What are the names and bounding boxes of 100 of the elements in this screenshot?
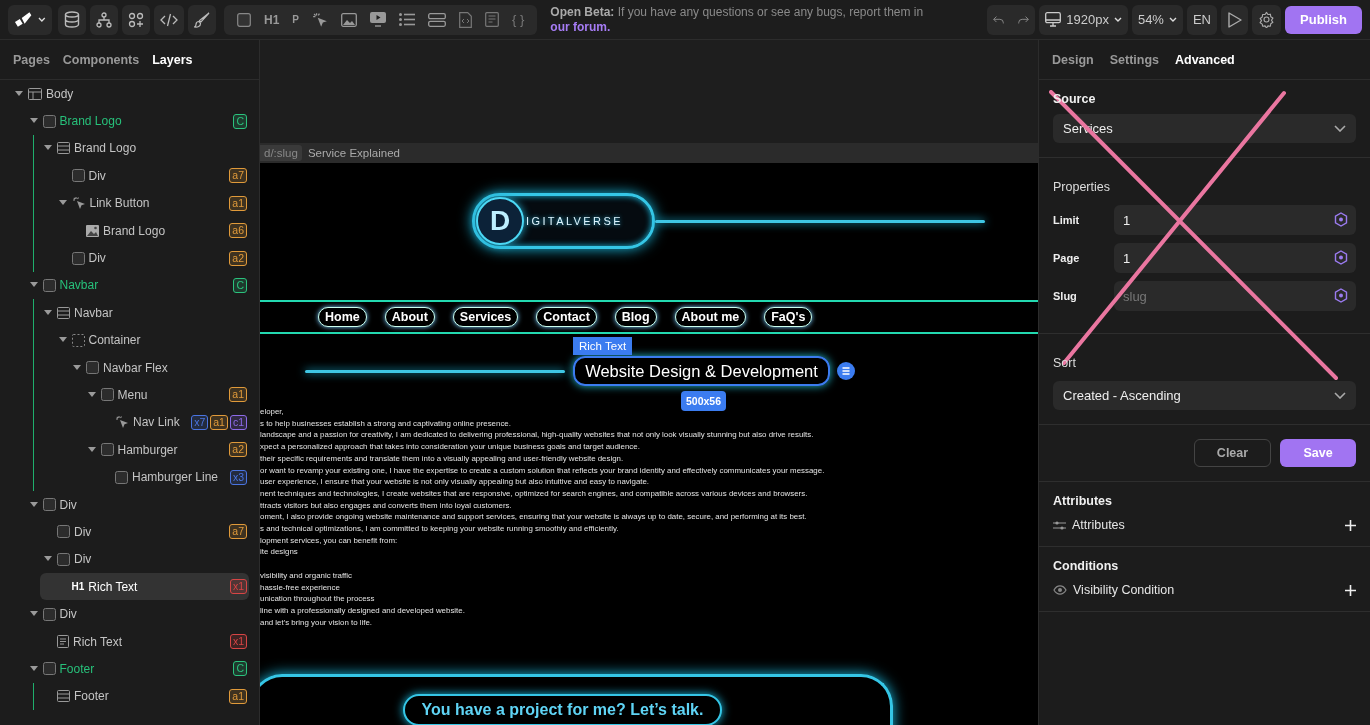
caret-icon[interactable] bbox=[29, 118, 38, 125]
layer-item[interactable]: Navbar bbox=[41, 299, 249, 327]
menu-handle-icon[interactable] bbox=[837, 362, 855, 380]
nav-link[interactable]: About bbox=[384, 307, 435, 327]
layer-item[interactable]: Navbar C bbox=[26, 271, 249, 300]
caret-icon[interactable] bbox=[87, 446, 96, 453]
caret-icon[interactable] bbox=[29, 611, 38, 618]
caret-icon[interactable] bbox=[44, 556, 52, 563]
brush-button[interactable] bbox=[188, 4, 216, 35]
layer-item[interactable]: Footer C bbox=[26, 655, 249, 683]
zoom-dropdown[interactable]: 54% bbox=[1131, 4, 1183, 35]
visibility-condition-item[interactable]: Visibility Condition bbox=[1073, 583, 1175, 597]
hexagon-icon[interactable] bbox=[1334, 212, 1348, 227]
nav-link[interactable]: Blog bbox=[614, 307, 657, 327]
layer-item[interactable]: Div bbox=[26, 490, 249, 519]
heading-tool[interactable]: H1 bbox=[264, 12, 280, 27]
caret-icon[interactable] bbox=[73, 364, 81, 371]
breakpoint-dropdown[interactable]: 1920px bbox=[1039, 4, 1128, 35]
page-heading[interactable]: Website Design & Development bbox=[573, 356, 830, 386]
caret-icon bbox=[1168, 17, 1177, 22]
database-button[interactable] bbox=[58, 4, 86, 35]
container-icon bbox=[71, 333, 85, 347]
input-field[interactable]: slug bbox=[1114, 281, 1356, 311]
language-button[interactable]: EN bbox=[1186, 4, 1217, 35]
file-code-icon[interactable] bbox=[459, 11, 472, 28]
layer-item[interactable]: Brand Logo bbox=[41, 134, 249, 163]
plus-icon[interactable] bbox=[1345, 584, 1356, 596]
document-icon[interactable] bbox=[485, 12, 499, 27]
layer-badge: x3 bbox=[229, 469, 247, 485]
cursor-click-icon[interactable] bbox=[312, 11, 328, 28]
list-icon[interactable] bbox=[399, 13, 415, 26]
caret-icon[interactable] bbox=[29, 282, 38, 289]
brand-logo[interactable]: D IGITALVERSE bbox=[472, 193, 655, 249]
panel-tab[interactable]: Settings bbox=[1109, 52, 1159, 67]
logo-initial: D bbox=[476, 197, 524, 245]
cta-button[interactable]: You have a project for me? Let’s talk. bbox=[403, 694, 722, 725]
layer-item[interactable]: Nav Link x7 a1 c1 bbox=[99, 408, 249, 437]
layer-item[interactable]: Hamburger a2 bbox=[84, 436, 249, 464]
clear-button[interactable]: Clear bbox=[1194, 439, 1271, 467]
layer-item[interactable]: Container bbox=[55, 326, 249, 354]
caret-icon[interactable] bbox=[29, 665, 38, 672]
sort-select[interactable]: Created - Ascending bbox=[1053, 381, 1356, 410]
caret-icon[interactable] bbox=[44, 145, 52, 152]
nav-link[interactable]: FaQ's bbox=[764, 307, 813, 327]
video-icon[interactable] bbox=[370, 12, 386, 27]
box-icon[interactable] bbox=[237, 12, 251, 27]
caret-icon[interactable] bbox=[29, 501, 38, 508]
section-icon bbox=[57, 690, 70, 703]
forum-link[interactable]: our forum. bbox=[550, 19, 611, 34]
apps-button[interactable] bbox=[122, 4, 150, 35]
code-button[interactable] bbox=[154, 4, 184, 35]
rows-icon[interactable] bbox=[428, 12, 446, 27]
layer-item[interactable]: Body bbox=[12, 80, 249, 108]
caret-icon[interactable] bbox=[15, 90, 23, 97]
layer-item[interactable]: Rich Text x1 bbox=[41, 627, 249, 656]
layer-item[interactable]: Brand Logo C bbox=[26, 107, 249, 135]
input-field[interactable]: 1 bbox=[1114, 243, 1356, 273]
hexagon-icon[interactable] bbox=[1334, 250, 1348, 265]
preview-button[interactable] bbox=[1221, 4, 1248, 35]
paragraph-tool[interactable]: P bbox=[292, 14, 299, 25]
layer-item[interactable]: Div bbox=[26, 600, 249, 628]
attributes-item[interactable]: Attributes bbox=[1072, 518, 1125, 532]
input-field[interactable]: 1 bbox=[1114, 205, 1356, 235]
settings-icon bbox=[1258, 11, 1275, 28]
layer-item[interactable]: Div bbox=[41, 545, 249, 574]
layer-item[interactable]: Div a7 bbox=[55, 162, 249, 190]
layer-item[interactable]: Link Button a1 bbox=[55, 189, 249, 217]
layer-item[interactable]: Footer a1 bbox=[41, 682, 249, 710]
image-icon[interactable] bbox=[341, 12, 357, 27]
caret-icon[interactable] bbox=[87, 392, 96, 398]
logo-menu-button[interactable] bbox=[8, 4, 52, 35]
box-icon bbox=[115, 470, 128, 484]
layer-item[interactable]: Div a7 bbox=[41, 518, 249, 546]
panel-tab[interactable]: Design bbox=[1052, 52, 1094, 67]
caret-icon[interactable] bbox=[58, 337, 67, 344]
sitemap-button[interactable] bbox=[90, 4, 118, 35]
nav-link[interactable]: Home bbox=[318, 307, 367, 327]
chevron-icon bbox=[1334, 392, 1346, 399]
layer-item[interactable]: Hamburger Line x3 bbox=[99, 463, 249, 491]
eye-icon bbox=[1053, 585, 1067, 595]
layer-item[interactable]: Brand Logo a6 bbox=[70, 216, 249, 245]
panel-tab[interactable]: Layers bbox=[152, 52, 193, 67]
settings-button[interactable] bbox=[1252, 4, 1281, 35]
box-icon bbox=[57, 552, 70, 566]
panel-tab[interactable]: Pages bbox=[13, 52, 50, 67]
panel-tab[interactable]: Components bbox=[62, 52, 140, 67]
caret-icon[interactable] bbox=[58, 200, 67, 207]
nav-link[interactable]: About me bbox=[674, 307, 747, 327]
panel-tab[interactable]: Advanced bbox=[1175, 52, 1235, 67]
layer-item[interactable]: Menu a1 bbox=[84, 381, 249, 409]
caret-icon[interactable] bbox=[44, 309, 52, 316]
layer-item[interactable]: Div a2 bbox=[55, 244, 249, 272]
layer-item[interactable]: Navbar Flex bbox=[70, 353, 249, 382]
nav-link[interactable]: Contact bbox=[536, 307, 597, 327]
hexagon-icon[interactable] bbox=[1334, 288, 1348, 303]
layer-badge: a1 bbox=[229, 688, 247, 704]
nav-link[interactable]: Services bbox=[452, 307, 519, 327]
layer-item[interactable]: H1 Rich Text x1 bbox=[39, 573, 249, 601]
text-block-icon bbox=[57, 635, 69, 648]
plus-icon[interactable] bbox=[1345, 519, 1356, 531]
